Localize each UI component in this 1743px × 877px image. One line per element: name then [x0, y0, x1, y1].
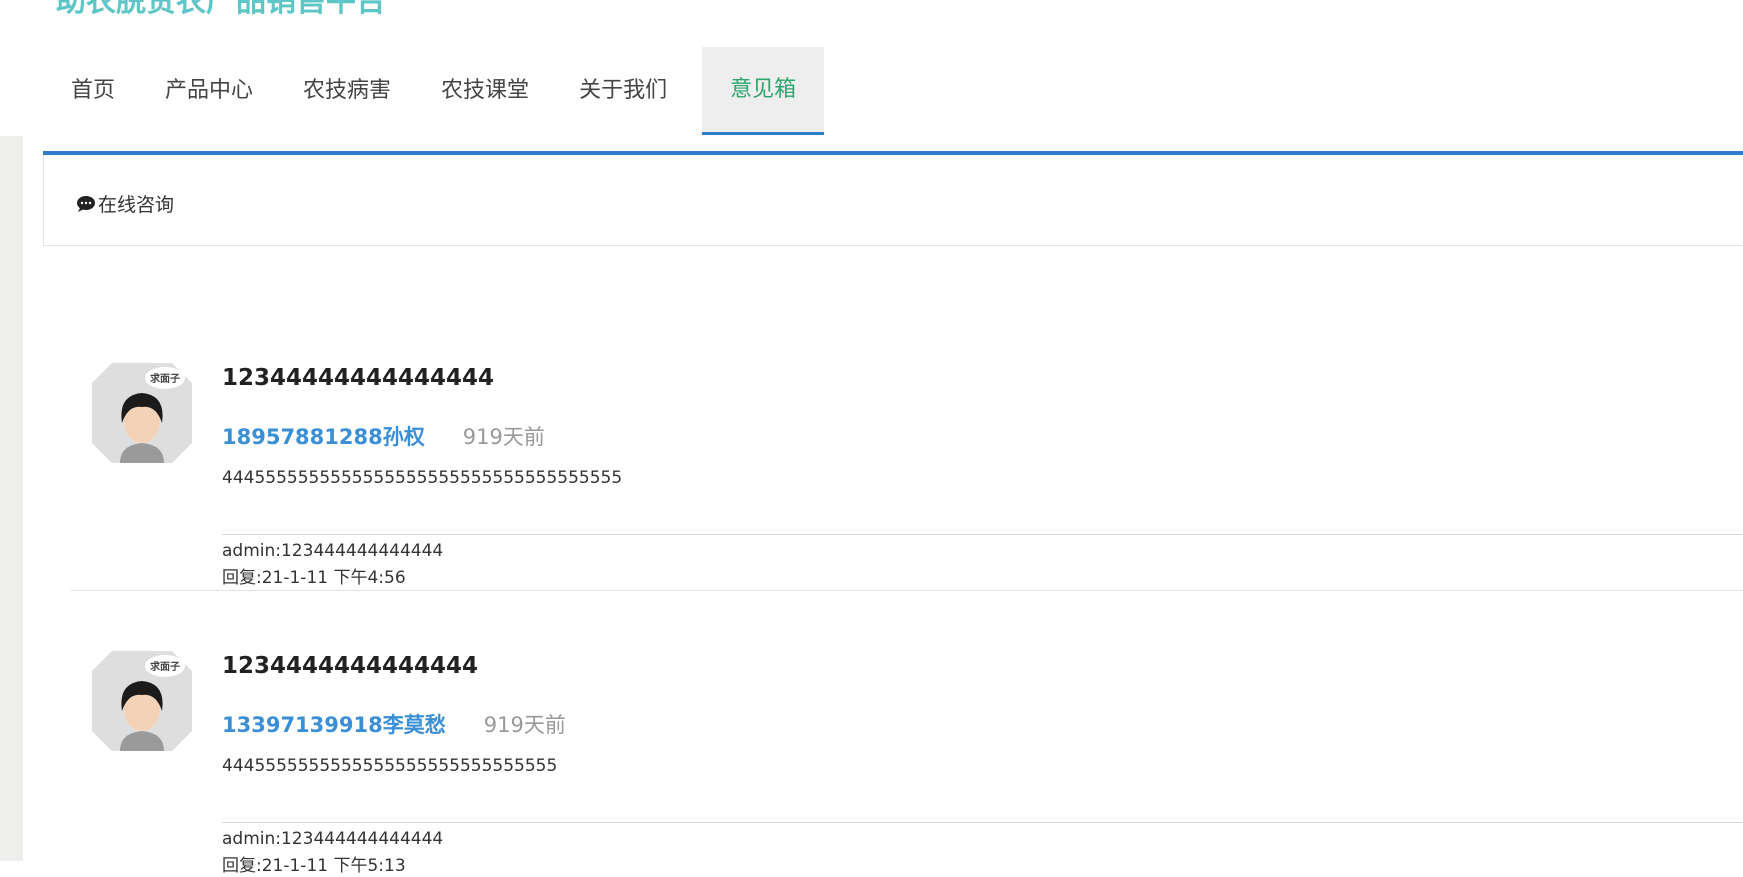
user-avatar: 求面子	[92, 651, 192, 751]
nav-item-home[interactable]: 首页	[56, 47, 130, 135]
nav-item-products[interactable]: 产品中心	[150, 47, 268, 135]
message-time-ago: 919天前	[462, 425, 545, 449]
left-sidebar-strip	[0, 136, 23, 861]
consult-panel: 在线咨询	[43, 155, 1743, 246]
online-consult-link[interactable]: 在线咨询	[76, 190, 174, 217]
reply-time: 回复:21-1-11 下午5:13	[222, 856, 406, 876]
avatar-badge: 求面子	[150, 660, 180, 673]
message-meta: 18957881288孙权 919天前	[222, 422, 545, 454]
reply-admin: admin:123444444444444	[222, 829, 444, 849]
main-nav: 首页 产品中心 农技病害 农技课堂 关于我们 意见箱	[56, 47, 844, 135]
message-content: 4445555555555555555555555555555	[222, 756, 558, 776]
message-user-link[interactable]: 18957881288孙权	[222, 425, 425, 449]
message-title: 1234444444444444	[222, 653, 479, 679]
chat-bubble-icon	[77, 195, 95, 212]
reply-divider	[222, 822, 1743, 823]
message-item: 求面子 12344444444444444 18957881288孙权 919天前…	[71, 363, 1743, 591]
nav-item-feedback[interactable]: 意见箱	[702, 47, 825, 135]
message-title: 12344444444444444	[222, 365, 495, 391]
reply-admin: admin:123444444444444	[222, 541, 444, 561]
message-content: 4445555555555555555555555555555555555	[222, 468, 623, 488]
reply-time: 回复:21-1-11 下午4:56	[222, 568, 406, 588]
nav-item-diseases[interactable]: 农技病害	[288, 47, 406, 135]
message-user-link[interactable]: 13397139918李莫愁	[222, 713, 446, 737]
nav-item-about[interactable]: 关于我们	[564, 47, 682, 135]
avatar-badge: 求面子	[150, 372, 180, 385]
message-meta: 13397139918李莫愁 919天前	[222, 710, 566, 742]
site-title: 助农脱贫农产品销售平台	[56, 0, 386, 19]
message-item: 求面子 1234444444444444 13397139918李莫愁 919天前…	[71, 651, 1743, 876]
reply-divider	[222, 534, 1743, 535]
online-consult-label: 在线咨询	[98, 194, 175, 216]
message-time-ago: 919天前	[483, 713, 566, 737]
nav-item-classroom[interactable]: 农技课堂	[426, 47, 544, 135]
user-avatar: 求面子	[92, 363, 192, 463]
message-divider	[71, 590, 1743, 591]
